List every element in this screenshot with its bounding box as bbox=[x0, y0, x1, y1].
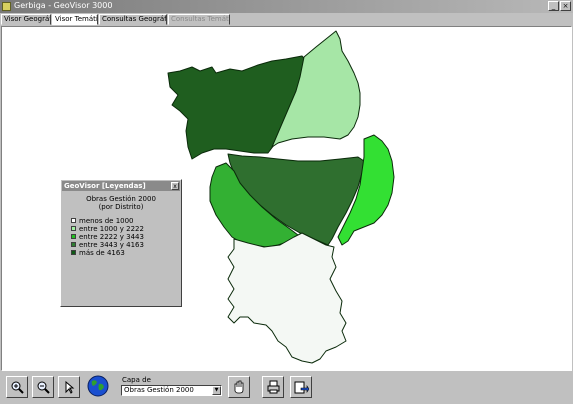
legend-panel[interactable]: GeoVisor [Leyendas] x Obras Gestión 2000… bbox=[60, 179, 182, 307]
layer-select-value: Obras Gestión 2000 bbox=[124, 386, 194, 394]
legend-item-label: entre 2222 y 3443 bbox=[79, 233, 144, 241]
window-title: Gerbiga - GeoVisor 3000 bbox=[14, 1, 113, 10]
legend-item-label: más de 4163 bbox=[79, 249, 125, 257]
legend-item: entre 2222 y 3443 bbox=[71, 233, 179, 241]
export-button[interactable] bbox=[290, 376, 312, 398]
close-button[interactable]: × bbox=[560, 1, 571, 11]
legend-swatch bbox=[71, 250, 76, 255]
legend-subtitle: (por Distrito) bbox=[98, 203, 144, 211]
tab-consultas-geograficas[interactable]: Consultas Geográficas bbox=[99, 14, 167, 25]
globe-icon[interactable] bbox=[86, 374, 110, 398]
legend-item-label: menos de 1000 bbox=[79, 217, 134, 225]
legend-item: entre 3443 y 4163 bbox=[71, 241, 179, 249]
tab-consultas-tematicas[interactable]: Consultas Temáticas bbox=[168, 14, 230, 25]
minimize-button[interactable]: _ bbox=[548, 1, 559, 11]
legend-swatch bbox=[71, 234, 76, 239]
zoom-out-button[interactable] bbox=[32, 376, 54, 398]
hand-pan-icon bbox=[234, 380, 244, 394]
app-icon bbox=[2, 2, 11, 11]
zoom-in-icon bbox=[11, 381, 24, 394]
pointer-button[interactable] bbox=[58, 376, 80, 398]
legend-swatch bbox=[71, 242, 76, 247]
legend-close-button[interactable]: x bbox=[171, 182, 179, 190]
zoom-out-icon bbox=[37, 381, 50, 394]
legend-item: entre 1000 y 2222 bbox=[71, 225, 179, 233]
legend-swatch bbox=[71, 226, 76, 231]
legend-title: Obras Gestión 2000 bbox=[86, 195, 156, 203]
print-button[interactable] bbox=[262, 376, 284, 398]
tab-visor-tematico[interactable]: Visor Temático bbox=[52, 14, 98, 25]
layer-label: Capa de bbox=[122, 376, 151, 384]
tab-bar: Visor Geográfico Visor Temático Consulta… bbox=[0, 13, 573, 26]
legend-item: menos de 1000 bbox=[71, 217, 179, 225]
tab-visor-geografico[interactable]: Visor Geográfico bbox=[1, 14, 51, 25]
legend-item-label: entre 1000 y 2222 bbox=[79, 225, 144, 233]
print-icon bbox=[267, 380, 280, 394]
zoom-in-button[interactable] bbox=[6, 376, 28, 398]
district-south[interactable] bbox=[227, 232, 347, 364]
export-icon bbox=[294, 381, 309, 394]
bottom-toolbar: Capa de Obras Gestión 2000 ▼ bbox=[0, 372, 573, 404]
legend-item: más de 4163 bbox=[71, 249, 179, 257]
layer-select[interactable]: Obras Gestión 2000 ▼ bbox=[121, 385, 222, 396]
chevron-down-icon[interactable]: ▼ bbox=[212, 386, 221, 395]
title-bar: Gerbiga - GeoVisor 3000 _ × bbox=[0, 0, 573, 13]
pan-button[interactable] bbox=[228, 376, 250, 398]
pointer-icon bbox=[65, 380, 75, 394]
legend-swatch bbox=[71, 218, 76, 223]
legend-header[interactable]: GeoVisor [Leyendas] bbox=[62, 181, 180, 191]
district-northwest[interactable] bbox=[167, 55, 309, 160]
legend-item-label: entre 3443 y 4163 bbox=[79, 241, 144, 249]
